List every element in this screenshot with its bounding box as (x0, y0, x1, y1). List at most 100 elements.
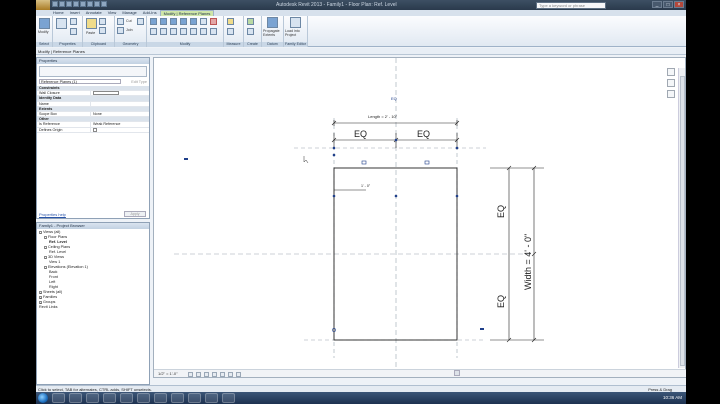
panel-modify-label: Modify (147, 42, 223, 47)
zoom-icon[interactable] (667, 79, 675, 87)
family-types-icon[interactable] (70, 28, 77, 35)
drawing-canvas[interactable]: EQ Length = 2' - 10" EQ EQ 1' - 0" EQ EQ… (154, 58, 687, 370)
expand-icon[interactable]: + (39, 295, 42, 299)
collapse-icon[interactable]: - (44, 245, 47, 249)
join-icon[interactable] (117, 27, 124, 34)
expand-icon[interactable]: + (39, 290, 42, 294)
ie-icon[interactable] (52, 393, 65, 403)
modify-cursor-icon[interactable] (39, 18, 50, 29)
unpin-icon[interactable] (210, 28, 217, 35)
drawing-area[interactable]: EQ Length = 2' - 10" EQ EQ 1' - 0" EQ EQ… (153, 57, 687, 378)
scale-icon[interactable] (200, 28, 207, 35)
offset-icon[interactable] (160, 18, 167, 25)
copy-element-icon[interactable] (160, 28, 167, 35)
undo-icon[interactable] (66, 1, 72, 7)
defines-origin-checkbox[interactable] (93, 127, 97, 132)
help-search-input[interactable]: Type a keyword or phrase (536, 1, 606, 9)
scroll-thumb[interactable] (680, 76, 685, 366)
visual-style-icon[interactable] (196, 371, 201, 377)
print-icon[interactable] (80, 1, 86, 7)
collapse-icon[interactable]: - (44, 265, 47, 269)
powerpoint-icon[interactable] (171, 393, 184, 403)
rotate-icon[interactable] (170, 28, 177, 35)
chrome-icon[interactable] (137, 393, 150, 403)
flip-control-icon[interactable] (424, 160, 430, 165)
apply-button[interactable]: Apply (124, 211, 146, 217)
browser-node-label: Left (49, 280, 56, 284)
mail-icon[interactable] (120, 393, 133, 403)
close-button[interactable]: × (674, 1, 684, 8)
panel-create-label: Create (244, 42, 261, 47)
explorer-icon[interactable] (69, 393, 82, 403)
trim-icon[interactable] (180, 28, 187, 35)
vertical-scrollbar[interactable] (678, 68, 685, 368)
panel-measure: Measure (224, 16, 244, 47)
skype-icon[interactable] (205, 393, 218, 403)
create-group-icon[interactable] (247, 28, 254, 35)
redo-icon[interactable] (73, 1, 79, 7)
expand-icon[interactable]: + (39, 300, 42, 304)
collapse-icon[interactable]: - (44, 235, 47, 239)
prop-value[interactable] (91, 102, 149, 106)
type-selector[interactable] (39, 66, 147, 77)
instance-filter[interactable]: Reference Planes (1) (39, 79, 121, 84)
wall-join-icon[interactable] (137, 18, 144, 25)
shadows-icon[interactable] (212, 371, 217, 377)
move-icon[interactable] (150, 28, 157, 35)
3d-view-icon[interactable] (101, 1, 107, 7)
text-icon[interactable] (94, 1, 100, 7)
cope-icon[interactable] (117, 18, 124, 25)
prop-value[interactable]: None (91, 112, 149, 116)
delete-icon[interactable] (210, 18, 217, 25)
hide-isolate-icon[interactable] (228, 371, 233, 377)
minimize-button[interactable]: _ (652, 1, 662, 8)
prop-value[interactable] (91, 91, 149, 96)
mirror-axis-icon[interactable] (170, 18, 177, 25)
crop-icon[interactable] (220, 371, 225, 377)
copy-icon[interactable] (99, 27, 106, 34)
steering-wheel-icon[interactable] (667, 68, 675, 76)
array-icon[interactable] (190, 28, 197, 35)
system-clock[interactable]: 10:36 AM (663, 395, 682, 400)
prop-value[interactable]: Weak Reference (91, 122, 149, 126)
type-properties-icon[interactable] (70, 18, 77, 25)
pin-icon[interactable] (200, 18, 207, 25)
dimension-icon[interactable] (227, 28, 234, 35)
reveal-hidden-icon[interactable] (236, 371, 241, 377)
view-scale[interactable]: 1/2" = 1'-0" (158, 371, 178, 376)
sun-path-icon[interactable] (204, 371, 209, 377)
collapse-icon[interactable]: - (44, 255, 47, 259)
word-icon[interactable] (154, 393, 167, 403)
propagate-extents-icon[interactable] (267, 17, 278, 28)
detail-level-icon[interactable] (188, 371, 193, 377)
properties-icon[interactable] (56, 18, 67, 29)
wall-closure-checkbox[interactable] (93, 91, 119, 96)
properties-help-link[interactable]: Properties help (39, 212, 66, 217)
revit-taskbar-icon[interactable] (103, 393, 116, 403)
pan-icon[interactable] (667, 90, 675, 98)
prop-value[interactable] (91, 127, 149, 132)
save-icon[interactable] (59, 1, 65, 7)
paste-icon[interactable] (86, 18, 97, 29)
application-menu-button[interactable] (36, 0, 50, 10)
recorder-icon[interactable] (222, 393, 235, 403)
split-icon[interactable] (190, 18, 197, 25)
mirror-draw-icon[interactable] (180, 18, 187, 25)
load-into-project-icon[interactable] (290, 17, 301, 28)
excel-icon[interactable] (188, 393, 201, 403)
flip-control-icon[interactable] (361, 160, 367, 165)
maximize-button[interactable]: □ (663, 1, 673, 8)
start-button[interactable] (38, 393, 48, 403)
open-icon[interactable] (52, 1, 58, 7)
measure-distance-icon[interactable] (227, 18, 234, 25)
panel-geometry: Cut Join Geometry (115, 16, 147, 47)
horizontal-scrollbar[interactable] (454, 370, 460, 376)
measure-icon[interactable] (87, 1, 93, 7)
edit-type-button[interactable]: Edit Type (131, 79, 147, 85)
media-player-icon[interactable] (86, 393, 99, 403)
browser-node[interactable]: Revit Links (39, 305, 149, 310)
collapse-icon[interactable]: - (39, 230, 42, 234)
create-similar-icon[interactable] (247, 18, 254, 25)
cut-icon[interactable] (99, 18, 106, 25)
align-icon[interactable] (150, 18, 157, 25)
